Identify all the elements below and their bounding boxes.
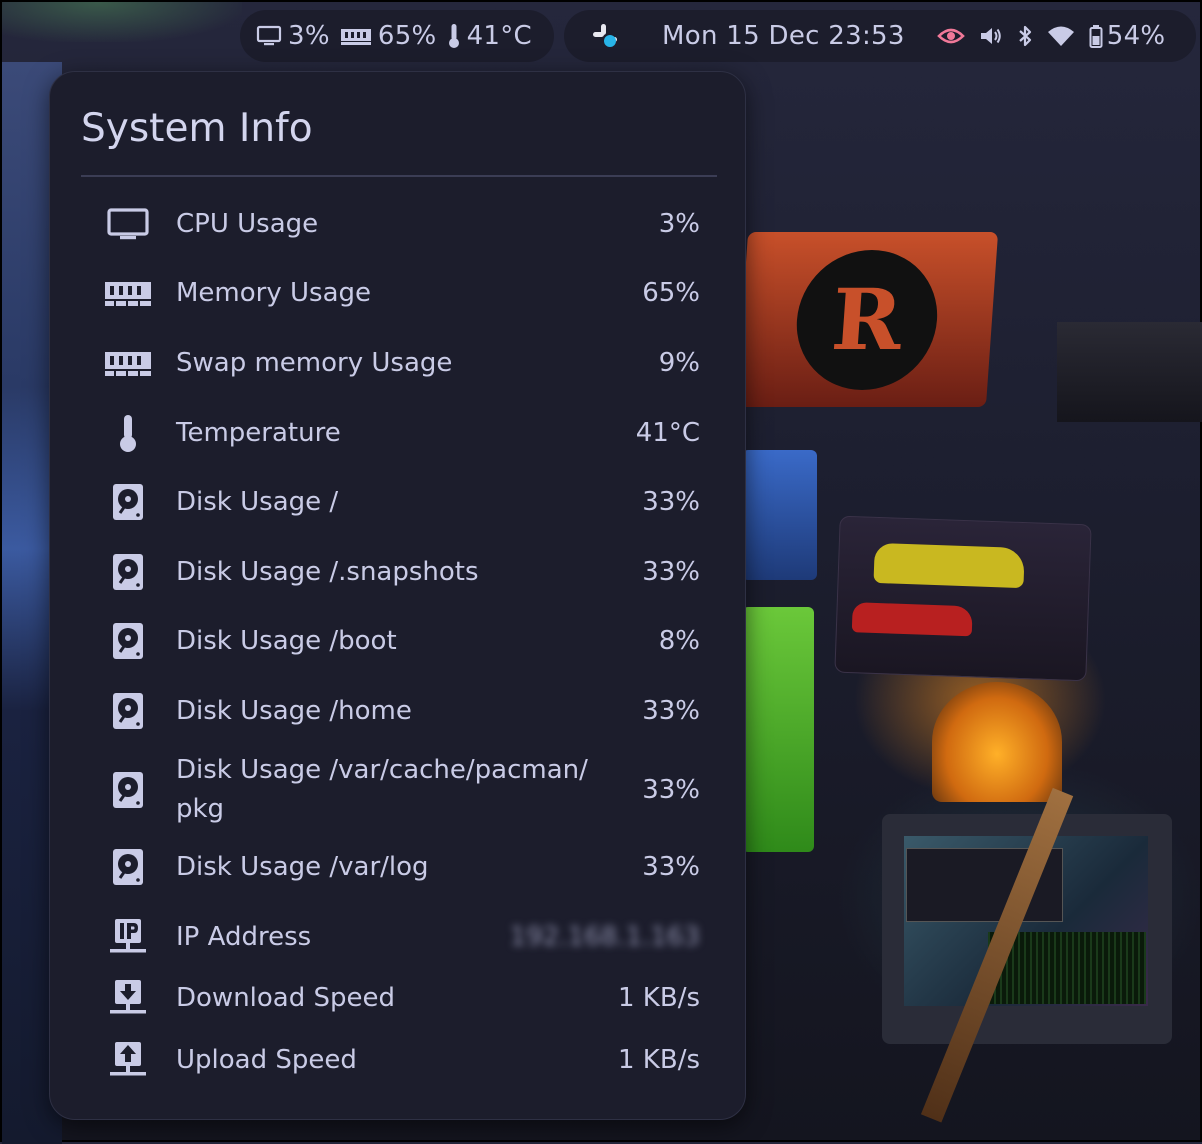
row-label: IP Address	[176, 921, 312, 952]
system-info-popup: System Info CPU Usage 3% Memory Usage 65% Sw…	[49, 71, 746, 1120]
row-label: Disk Usage /	[176, 486, 339, 517]
download-icon	[98, 979, 158, 1017]
system-info-row: Upload Speed 1 KB/s	[98, 1039, 700, 1081]
wallpaper-green-poster	[742, 607, 814, 852]
system-info-row: Disk Usage /home 33%	[98, 690, 700, 732]
battery-indicator[interactable]: 54%	[1089, 21, 1166, 51]
system-info-row: IP Address 192.168.1.163	[98, 916, 700, 958]
row-label: Memory Usage	[176, 277, 372, 308]
row-value: 41°C	[635, 418, 700, 448]
monitor-icon	[256, 24, 282, 48]
row-value: 33%	[642, 852, 700, 882]
row-label: Upload Speed	[176, 1044, 357, 1075]
wallpaper-plant	[2, 2, 242, 42]
row-value: 33%	[642, 487, 700, 517]
row-label: Temperature	[176, 417, 341, 448]
wallpaper-bookshelf	[1057, 322, 1202, 422]
disk-icon	[98, 483, 158, 521]
row-label: Download Speed	[176, 982, 396, 1013]
system-info-row: Disk Usage / 33%	[98, 481, 700, 523]
row-label: Disk Usage /home	[176, 695, 412, 726]
disk-icon	[98, 848, 158, 886]
disk-icon	[98, 692, 158, 730]
wallpaper-car-poster	[834, 515, 1092, 682]
row-label: CPU Usage	[176, 208, 319, 239]
system-info-row: Disk Usage /var/cache/pacman/ pkg 33%	[98, 750, 700, 830]
row-value: 8%	[658, 626, 700, 656]
row-value: 192.168.1.163	[509, 922, 700, 952]
ip-icon	[98, 918, 158, 956]
row-label: Swap memory Usage	[176, 347, 453, 378]
disk-icon	[98, 771, 158, 809]
cpu-stat: 3%	[256, 21, 330, 51]
row-value: 65%	[642, 278, 700, 308]
bluetooth-icon[interactable]	[1017, 24, 1033, 48]
status-widget: Mon 15 Dec 23:53 54%	[564, 10, 1196, 62]
row-label: Disk Usage /var/log	[176, 851, 429, 882]
memory-value: 65%	[377, 21, 437, 51]
wallpaper-blue-poster	[742, 450, 817, 580]
cpu-value: 3%	[288, 21, 330, 51]
system-info-row: Disk Usage /var/log 33%	[98, 846, 700, 888]
wallpaper-rust-poster: R	[735, 232, 999, 407]
system-info-row: Temperature 41°C	[98, 412, 700, 454]
row-value: 3%	[658, 209, 700, 239]
system-info-row: Disk Usage /boot 8%	[98, 620, 700, 662]
row-value: 33%	[642, 557, 700, 587]
battery-value: 54%	[1106, 21, 1166, 51]
row-label: Disk Usage /boot	[176, 625, 397, 656]
row-label: Disk Usage /.snapshots	[176, 556, 479, 587]
system-info-row: Disk Usage /.snapshots 33%	[98, 551, 700, 593]
volume-icon[interactable]	[979, 25, 1003, 47]
slack-tray-icon[interactable]	[590, 21, 620, 51]
popup-title: System Info	[81, 106, 313, 151]
system-info-row: Download Speed 1 KB/s	[98, 977, 700, 1019]
row-label: Disk Usage /var/cache/pacman/ pkg	[176, 755, 588, 824]
row-value: 33%	[642, 775, 700, 805]
disk-icon	[98, 553, 158, 591]
system-info-row: Memory Usage 65%	[98, 272, 700, 314]
rust-logo-icon: R	[792, 249, 942, 390]
row-value: 1 KB/s	[618, 983, 700, 1013]
clock[interactable]: Mon 15 Dec 23:53	[662, 21, 905, 51]
system-info-row: Swap memory Usage 9%	[98, 342, 700, 384]
row-value: 9%	[658, 348, 700, 378]
system-tray: 54%	[936, 21, 1166, 51]
row-value: 1 KB/s	[618, 1045, 700, 1075]
thermometer-icon	[98, 413, 158, 453]
popup-divider	[81, 175, 717, 177]
disk-icon	[98, 622, 158, 660]
row-value: 33%	[642, 696, 700, 726]
wallpaper-lamp	[932, 682, 1062, 802]
monitor-icon	[98, 207, 158, 241]
system-info-row: CPU Usage 3%	[98, 203, 700, 245]
system-stats-widget[interactable]: 3% 65% 41°C	[240, 10, 554, 62]
memory-icon	[340, 25, 372, 47]
battery-icon	[1089, 24, 1103, 48]
wifi-icon[interactable]	[1047, 25, 1075, 47]
memory-icon	[98, 277, 158, 309]
memory-icon	[98, 347, 158, 379]
temperature-value: 41°C	[466, 21, 533, 51]
upload-icon	[98, 1041, 158, 1079]
thermometer-icon	[447, 23, 461, 49]
memory-stat: 65%	[340, 21, 437, 51]
privacy-eye-icon[interactable]	[936, 26, 965, 46]
temperature-stat: 41°C	[447, 21, 532, 51]
